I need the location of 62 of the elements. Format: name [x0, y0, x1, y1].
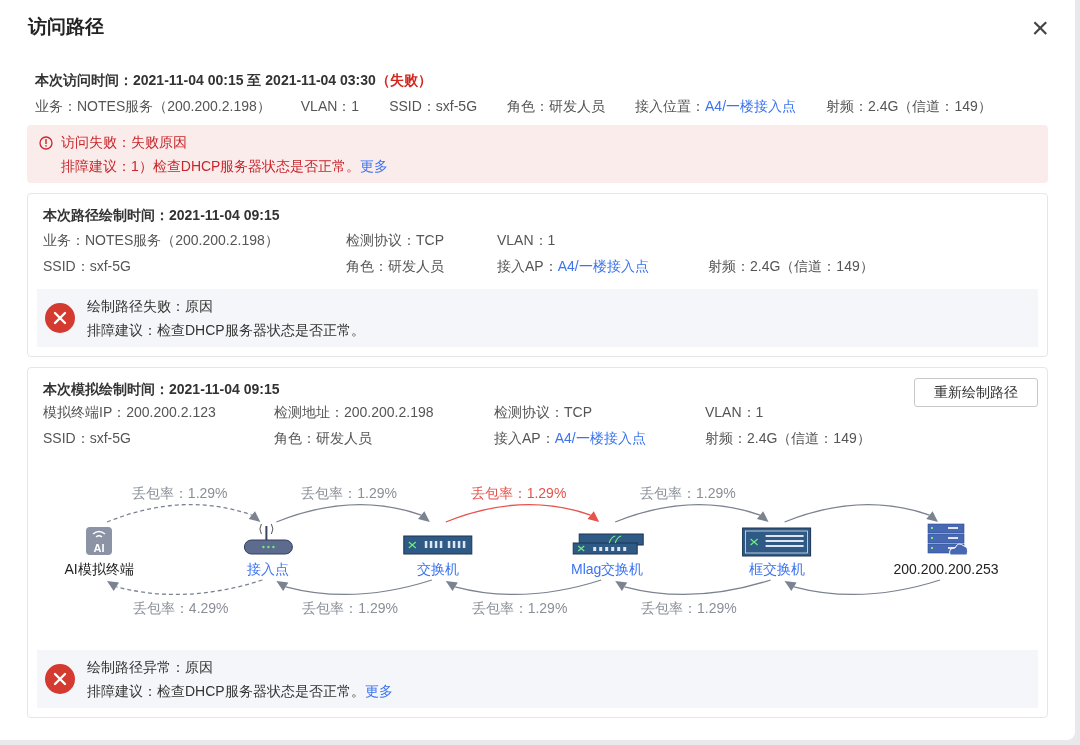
wifi-terminal-icon: AI [86, 527, 112, 555]
location-link[interactable]: A4/一楼接入点 [705, 97, 797, 115]
packet-loss-label: 丢包率：4.29% [132, 600, 229, 616]
node-label[interactable]: Mlag交换机 [571, 561, 644, 577]
location-link[interactable]: A4/一楼接入点 [554, 429, 646, 447]
field-text: 检测协议：TCP [494, 403, 592, 421]
advice-text: 排障建议：检查DHCP服务器状态是否正常。 [87, 321, 365, 339]
field-text: 业务：NOTES服务（200.200.2.198） [43, 231, 279, 249]
field-text: VLAN：1 [497, 231, 556, 249]
alert-title: 绘制路径失败：原因 [87, 297, 214, 315]
alert-title: 绘制路径异常：原因 [87, 658, 214, 676]
field-text: VLAN：1 [705, 403, 764, 421]
alert-title: 访问失败：失败原因 [61, 133, 188, 151]
field-text: SSID：sxf-5G [389, 97, 478, 115]
router-icon [243, 523, 293, 555]
stacked-switches-icon [572, 533, 644, 555]
node-label[interactable]: 接入点 [247, 561, 290, 577]
node-label: 200.200.200.253 [893, 561, 999, 577]
field-text: SSID：sxf-5G [43, 429, 131, 447]
advice-text: 排障建议：检查DHCP服务器状态是否正常。 [87, 682, 365, 700]
field-label: 接入AP： [494, 429, 555, 447]
status-text: （失败） [375, 71, 432, 89]
field-text: 角色：研发人员 [507, 97, 606, 115]
info-icon [39, 136, 53, 150]
packet-loss-label: 丢包率：1.29% [131, 485, 228, 501]
field-text: 检测协议：TCP [346, 231, 444, 249]
packet-loss-label: 丢包率：1.29% [471, 600, 568, 616]
field-text: VLAN：1 [300, 97, 360, 115]
dialog-title: 访问路径 [28, 15, 104, 40]
close-button[interactable]: × [1031, 12, 1049, 43]
card-title: 本次路径绘制时间：2021-11-04 09:15 [42, 206, 281, 224]
packet-loss-label: 丢包率：1.29% [640, 485, 736, 501]
field-text: 角色：研发人员 [346, 257, 444, 275]
error-icon [45, 664, 75, 694]
server-cloud-icon [927, 523, 969, 556]
field-label: 接入AP： [497, 257, 558, 275]
more-link[interactable]: 更多 [364, 682, 393, 700]
card-title: 本次模拟绘制时间：2021-11-04 09:15 [42, 380, 281, 398]
switch-icon [403, 535, 473, 555]
redraw-button[interactable]: 重新绘制路径 [914, 378, 1038, 407]
advice-text: 排障建议：1）检查DHCP服务器状态是否正常。 [61, 157, 361, 175]
location-link[interactable]: A4/一楼接入点 [557, 257, 649, 275]
packet-loss-label: 丢包率：1.29% [641, 600, 737, 616]
field-text: 业务：NOTES服务（200.200.2.198） [35, 97, 271, 115]
node-label: AI模拟终端 [64, 561, 134, 577]
field-text: 检测地址：200.200.2.198 [274, 403, 434, 421]
packet-loss-label: 丢包率：1.29% [301, 485, 397, 501]
error-icon [45, 303, 75, 333]
node-label[interactable]: 框交换机 [748, 561, 805, 577]
more-link[interactable]: 更多 [360, 157, 389, 175]
field-text: 射频：2.4G（信道：149） [826, 97, 992, 115]
field-text: 射频：2.4G（信道：149） [708, 257, 874, 275]
field-text: 射频：2.4G（信道：149） [705, 429, 871, 447]
packet-loss-label: 丢包率：1.29% [302, 600, 398, 616]
field-label: 接入位置： [635, 97, 706, 115]
field-text: 角色：研发人员 [274, 429, 372, 447]
node-label[interactable]: 交换机 [416, 561, 459, 577]
field-text: 模拟终端IP：200.200.2.123 [43, 403, 216, 421]
packet-loss-label: 丢包率：1.29% [470, 485, 567, 501]
chassis-switch-icon [742, 527, 812, 557]
field-text: SSID：sxf-5G [43, 257, 131, 275]
visit-time: 本次访问时间：2021-11-04 00:15 至 2021-11-04 03:30 [35, 71, 376, 89]
